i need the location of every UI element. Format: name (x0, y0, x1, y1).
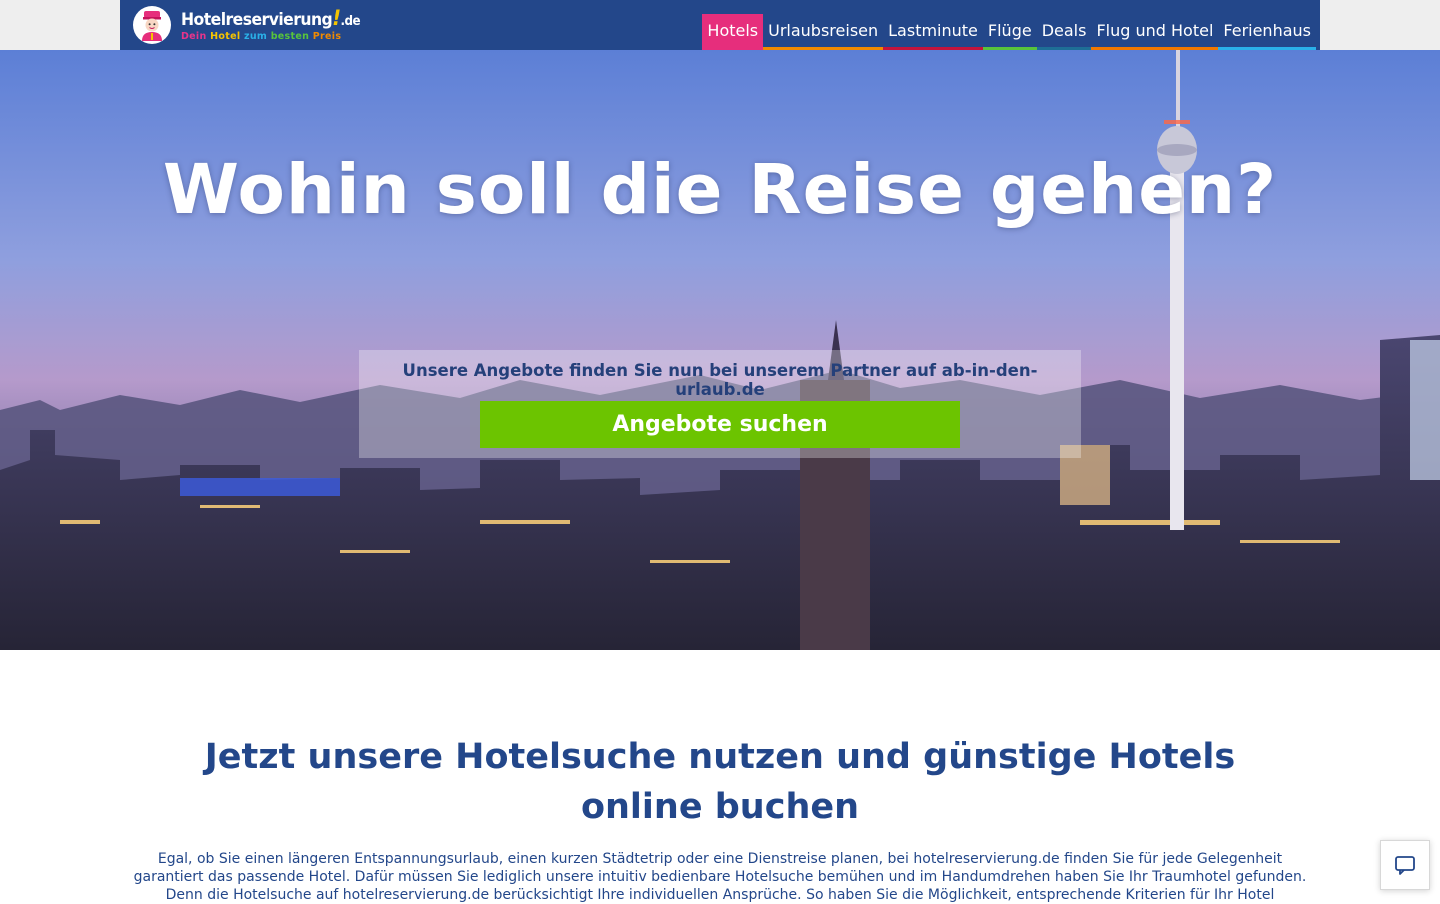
nav-item-lastminute[interactable]: Lastminute (883, 14, 983, 50)
logo-name: Hotelreservierung (181, 10, 333, 31)
tagline-word: zum (244, 31, 268, 43)
nav-item-hotels[interactable]: Hotels (702, 14, 764, 50)
nav-item-urlaubsreisen[interactable]: Urlaubsreisen (763, 14, 884, 50)
main-nav: Hotels Urlaubsreisen Lastminute Flüge De… (702, 14, 1316, 50)
offer-box: Unsere Angebote finden Sie nun bei unser… (359, 350, 1081, 458)
chat-icon (1395, 856, 1415, 875)
hotel-mascot-icon (133, 6, 171, 44)
hero-title: Wohin soll die Reise gehen? (162, 150, 1278, 230)
chat-button[interactable] (1380, 840, 1430, 890)
tagline-word: Preis (312, 31, 342, 43)
nav-item-fluege[interactable]: Flüge (982, 14, 1037, 50)
nav-item-deals[interactable]: Deals (1036, 14, 1092, 50)
logo-tld: .de (340, 14, 361, 30)
site-header: Hotelreservierung!.de Dein Hotel zum bes… (120, 0, 1320, 50)
search-offers-button[interactable]: Angebote suchen (480, 401, 960, 448)
tagline-word: Hotel (210, 31, 241, 43)
main-content: Jetzt unsere Hotelsuche nutzen und günst… (0, 650, 1440, 903)
tagline-word: Dein (181, 31, 207, 43)
logo-tagline: Dein Hotel zum besten Preis (181, 32, 376, 42)
intro-paragraph: Egal, ob Sie einen längeren Entspannungs… (133, 851, 1307, 903)
hero-section: Wohin soll die Reise gehen? Unsere Angeb… (0, 50, 1440, 650)
tagline-word: besten (270, 31, 310, 43)
site-logo[interactable]: Hotelreservierung!.de Dein Hotel zum bes… (132, 5, 376, 45)
logo-wordmark: Hotelreservierung!.de (181, 8, 361, 31)
nav-item-ferienhaus[interactable]: Ferienhaus (1218, 14, 1316, 50)
offer-partner-text: Unsere Angebote finden Sie nun bei unser… (402, 361, 1038, 399)
section-heading: Jetzt unsere Hotelsuche nutzen und günst… (204, 737, 1236, 827)
nav-item-flug-und-hotel[interactable]: Flug und Hotel (1091, 14, 1219, 50)
